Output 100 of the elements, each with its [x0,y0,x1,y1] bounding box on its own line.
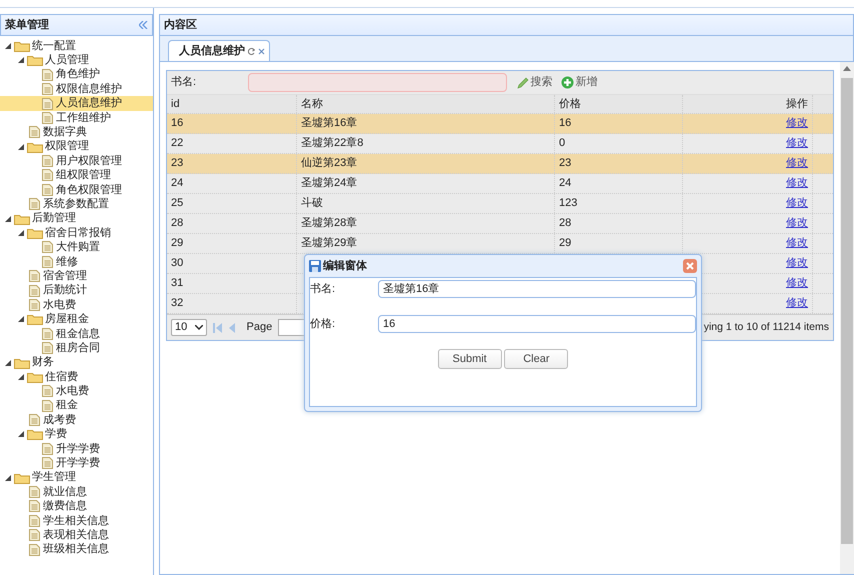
tree-item[interactable]: 财务 [0,355,153,370]
tree-item[interactable]: 租金 [0,398,153,413]
tree-item[interactable]: 租房合同 [0,340,153,356]
scrollbar-thumb[interactable] [841,78,853,544]
tree-item[interactable]: 升学学费 [0,442,153,456]
folder-icon [27,428,43,440]
tree-item[interactable]: 维修 [0,254,153,269]
edit-link[interactable]: 修改 [786,115,808,132]
tree-item[interactable]: 数据字典 [0,125,153,140]
edit-link[interactable]: 修改 [786,215,808,232]
edit-link[interactable]: 修改 [786,255,808,272]
file-icon [42,184,53,196]
clear-button[interactable]: Clear [504,349,568,369]
edit-link[interactable]: 修改 [786,235,808,252]
tree-item[interactable]: 班级相关信息 [0,542,153,557]
tree-item[interactable]: 缴费信息 [0,499,153,514]
tree-item[interactable]: 学生管理 [0,470,153,485]
file-icon [42,98,53,110]
table-cell-text: 圣墟第28章 [301,216,358,232]
edit-link[interactable]: 修改 [786,195,808,212]
close-icon[interactable] [258,48,265,54]
file-icon [42,400,53,412]
scroll-up-icon[interactable] [843,64,851,71]
table-row[interactable]: 25 斗破 123 修改 [167,194,833,214]
field-label: 价格: [310,316,336,332]
tree-item[interactable]: 房屋租金 [0,312,153,327]
tree-item[interactable]: 住宿费 [0,370,153,384]
tree-item[interactable]: 学生相关信息 [0,514,153,528]
pencil-icon [516,76,529,88]
expand-arrow-icon[interactable] [16,429,26,440]
edit-link[interactable]: 修改 [786,295,808,312]
column-header: 名称 [297,95,555,113]
tree-item[interactable]: 人员管理 [0,53,153,68]
tree-item[interactable]: 就业信息 [0,484,153,500]
file-icon [29,126,40,138]
tree-item[interactable]: 学费 [0,427,153,442]
field-label: 书名: [310,282,336,297]
expand-arrow-icon[interactable] [16,228,26,238]
tab[interactable]: 人员信息维护 [168,40,270,61]
folder-icon [27,370,43,383]
tree-item[interactable]: 后勤统计 [0,283,153,298]
expand-arrow-icon[interactable] [3,40,13,51]
tree-item[interactable]: 统一配置 [0,38,153,54]
close-button[interactable] [683,259,697,273]
folder-icon [14,472,30,484]
file-icon [42,442,53,455]
tree-item[interactable]: 用户权限管理 [0,154,153,168]
tree-item[interactable]: 表现相关信息 [0,528,153,542]
table-row[interactable]: 28 圣墟第28章 28 修改 [167,214,833,234]
file-icon [29,514,40,527]
tree-item[interactable]: 工作组维护 [0,110,153,126]
tree-item[interactable]: 权限管理 [0,139,153,154]
edit-link[interactable]: 修改 [786,155,808,172]
field-label: 书名: [171,75,196,90]
file-icon [42,457,53,470]
page-label: Page [246,320,272,336]
file-icon [29,486,40,498]
expand-arrow-icon[interactable] [3,472,13,483]
add-button[interactable]: 新增 [556,74,602,91]
tree-item[interactable]: 宿舍管理 [0,269,153,284]
dialog-title: 编辑窗体 [323,258,367,274]
table-row[interactable]: 23 仙逆第23章 23 修改 [167,154,833,174]
folder-icon [27,313,43,326]
edit-link[interactable]: 修改 [786,275,808,292]
tree-item[interactable]: 成考费 [0,412,153,428]
table-row[interactable]: 24 圣墟第24章 24 修改 [167,174,833,194]
submit-button[interactable]: Submit [438,349,502,369]
expand-arrow-icon[interactable] [16,142,26,152]
table-cell-text: 24 [559,176,572,192]
input-field[interactable]: 圣墟第16章 [378,280,696,298]
tree-item[interactable]: 水电费 [0,298,153,312]
input-field[interactable]: 16 [378,315,696,333]
tree-item[interactable]: 权限信息维护 [0,82,153,96]
tree-item[interactable]: 人员信息维护 [0,96,153,111]
tree-item[interactable]: 角色维护 [0,68,153,82]
tree-item[interactable]: 开学学费 [0,456,153,470]
refresh-icon[interactable] [248,47,255,55]
expand-arrow-icon[interactable] [3,214,13,224]
expand-arrow-icon[interactable] [16,314,26,324]
tree-item[interactable]: 后勤管理 [0,211,153,226]
folder-icon [27,54,43,66]
tree-item[interactable]: 水电费 [0,384,153,399]
edit-link[interactable]: 修改 [786,175,808,192]
page-size-select[interactable]: 10 [171,319,207,336]
table-row[interactable]: 16 圣墟第16章 16 修改 [167,114,833,134]
search-field[interactable] [248,73,508,92]
tree-item[interactable]: 系统参数配置 [0,197,153,212]
file-icon [29,298,40,311]
tree-item[interactable]: 组权限管理 [0,168,153,183]
edit-link[interactable]: 修改 [786,135,808,152]
expand-arrow-icon[interactable] [16,372,26,382]
table-cell-text: 29 [171,236,184,252]
tree-item[interactable]: 宿舍日常报销 [0,226,153,240]
tree-item[interactable]: 角色权限管理 [0,182,153,198]
tree-item[interactable]: 租金信息 [0,326,153,341]
panel-title: 内容区 [164,18,197,33]
expand-arrow-icon[interactable] [16,55,26,66]
search-button[interactable]: 搜索 [512,74,557,91]
tree-item[interactable]: 大件购置 [0,240,153,255]
expand-arrow-icon[interactable] [3,358,13,368]
